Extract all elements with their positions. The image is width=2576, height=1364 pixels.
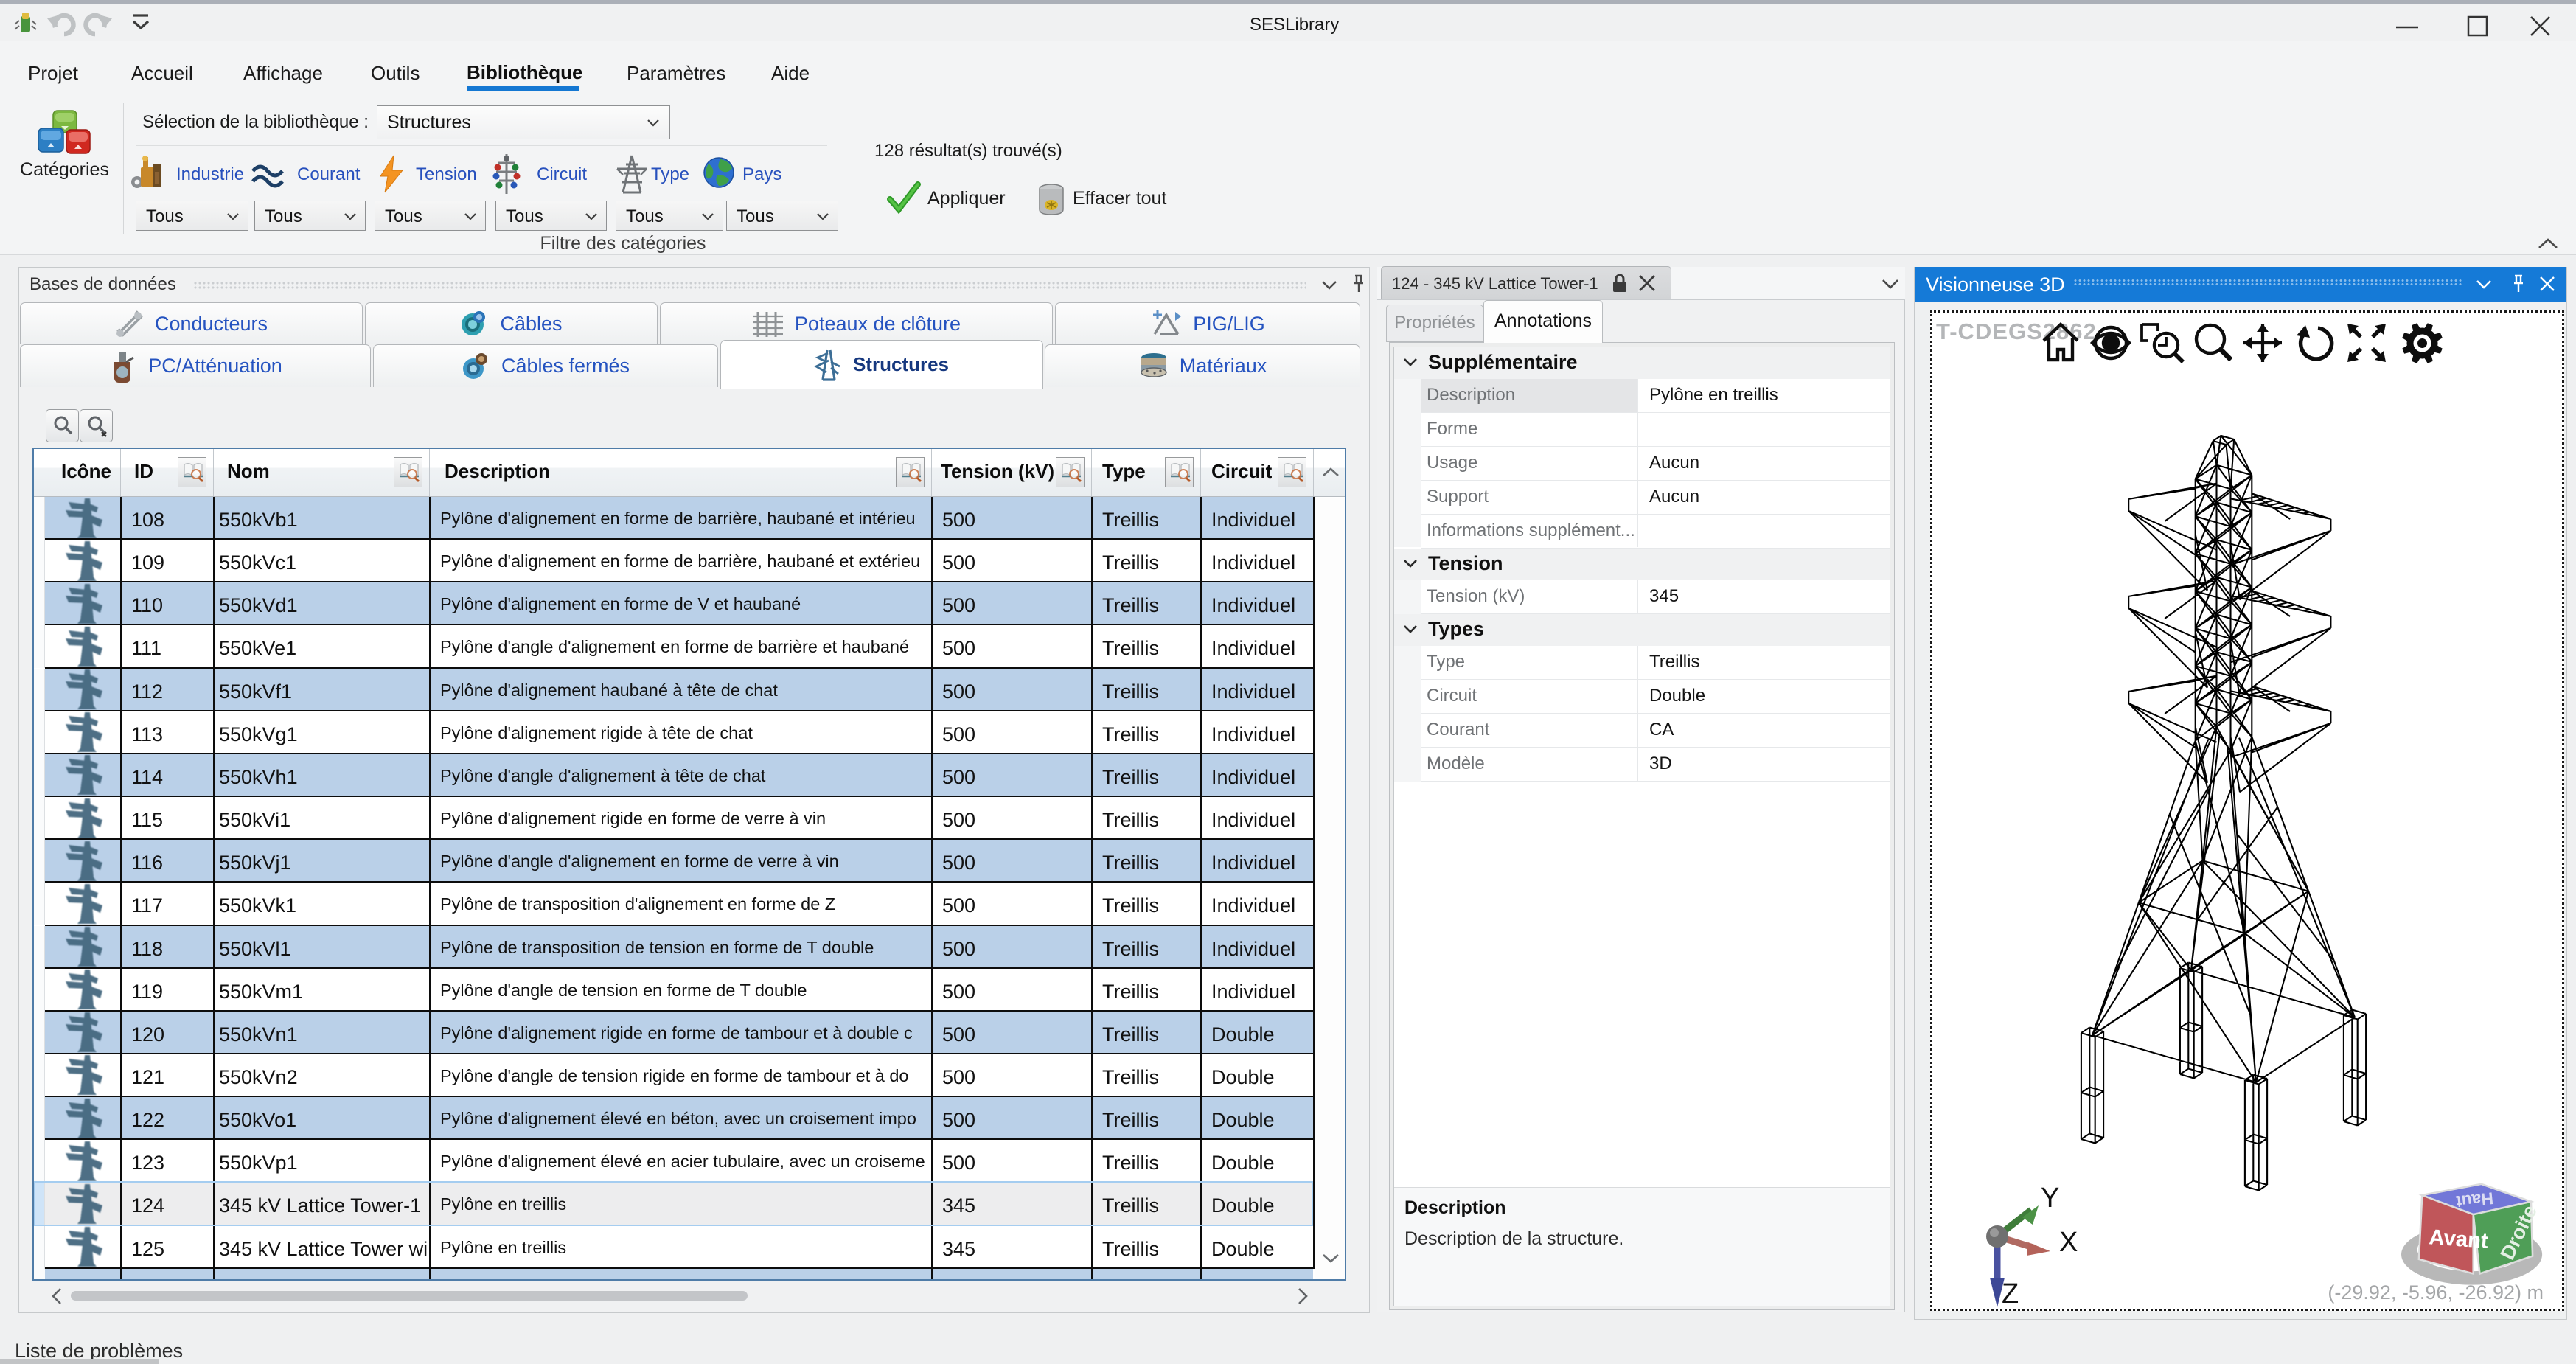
svg-text:Avant: Avant <box>2428 1225 2489 1253</box>
svg-text:Y: Y <box>2041 1183 2059 1214</box>
svg-text:Haut: Haut <box>2455 1189 2495 1211</box>
svg-text:Z: Z <box>2002 1278 2019 1309</box>
svg-text:X: X <box>2059 1227 2078 1258</box>
